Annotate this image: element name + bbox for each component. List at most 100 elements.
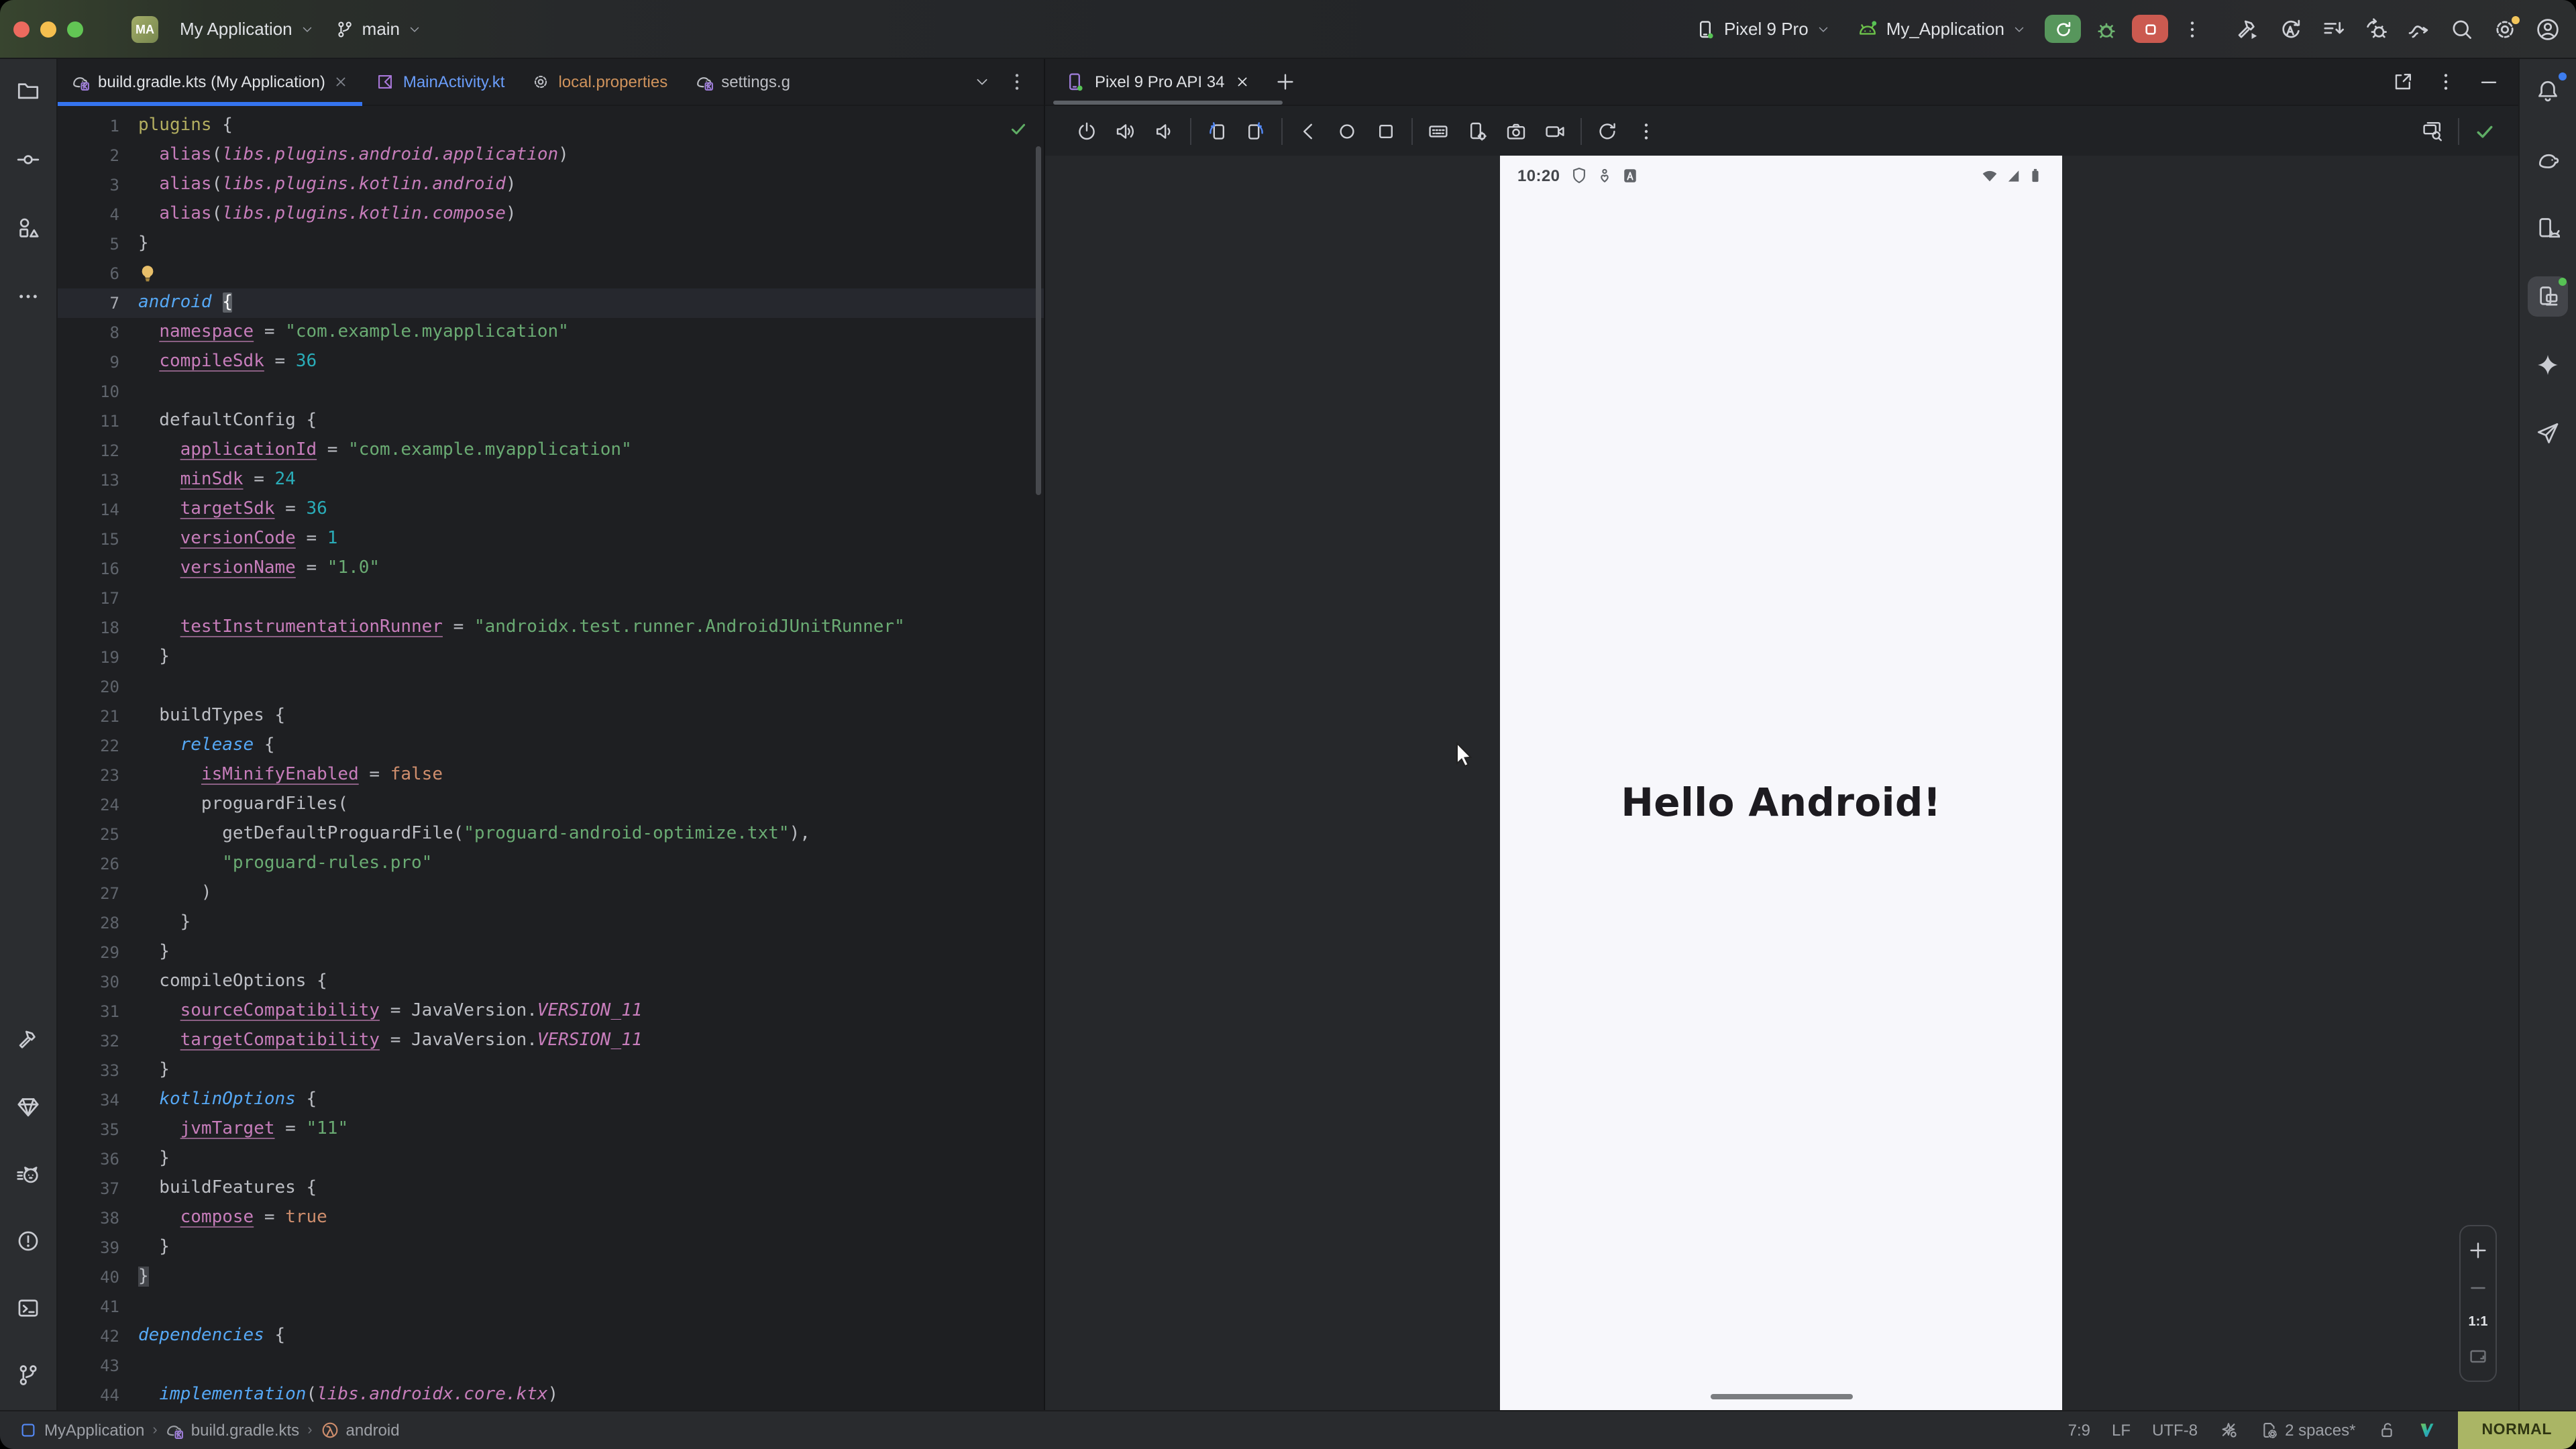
snapshot-icon[interactable]	[1597, 120, 1618, 142]
ellipsis-vertical-icon[interactable]	[1006, 70, 1028, 92]
code-line[interactable]: 37 buildFeatures {	[58, 1174, 1044, 1203]
code-line[interactable]: 17	[58, 584, 1044, 613]
device-selector[interactable]: Pixel 9 Pro	[1686, 13, 1838, 45]
code-line[interactable]: 43	[58, 1351, 1044, 1381]
code-line[interactable]: 31 sourceCompatibility = JavaVersion.VER…	[58, 997, 1044, 1026]
breadcrumb-item[interactable]: MyApplication	[19, 1421, 144, 1440]
zoom-window-button[interactable]	[67, 21, 83, 37]
run-configuration-selector[interactable]: My_Application	[1849, 13, 2034, 45]
volume-down-icon[interactable]	[1154, 120, 1175, 142]
code-line[interactable]: 32 targetCompatibility = JavaVersion.VER…	[58, 1026, 1044, 1056]
code-line[interactable]: 44 implementation(libs.androidx.core.ktx…	[58, 1381, 1044, 1410]
vim-mode-badge[interactable]: NORMAL	[2457, 1411, 2576, 1449]
problems-tool-button[interactable]	[8, 1221, 48, 1261]
code-line[interactable]: 41	[58, 1292, 1044, 1322]
git-branch-tool-button[interactable]	[8, 1355, 48, 1395]
build-hammer-run-icon[interactable]	[2235, 17, 2259, 41]
code-line[interactable]: 26 "proguard-rules.pro"	[58, 849, 1044, 879]
back-icon[interactable]	[1297, 120, 1319, 142]
device-manager-tool-button[interactable]	[2528, 208, 2568, 248]
resource-manager-tool-button[interactable]	[8, 208, 48, 248]
emulator-tab[interactable]: Pixel 9 Pro API 34	[1045, 58, 1263, 105]
open-in-window-icon[interactable]	[2392, 70, 2414, 92]
close-window-button[interactable]	[13, 21, 30, 37]
code-line[interactable]: 5}	[58, 229, 1044, 259]
code-line[interactable]: 22 release {	[58, 731, 1044, 761]
screen-record-icon[interactable]	[1544, 120, 1566, 142]
code-line[interactable]: 25 getDefaultProguardFile("proguard-andr…	[58, 820, 1044, 849]
code-line[interactable]: 11 defaultConfig {	[58, 407, 1044, 436]
ellipsis-vertical-icon[interactable]	[2435, 70, 2457, 92]
rerun-button[interactable]	[2045, 15, 2081, 43]
code-line[interactable]: 34 kotlinOptions {	[58, 1085, 1044, 1115]
tab-scrollbar[interactable]	[1053, 101, 1283, 105]
stop-button[interactable]	[2132, 15, 2168, 43]
home-icon[interactable]	[1336, 120, 1358, 142]
code-line[interactable]: 35 jvmTarget = "11"	[58, 1115, 1044, 1144]
more-tool-button[interactable]	[8, 276, 48, 317]
power-icon[interactable]	[1076, 120, 1097, 142]
project-switcher[interactable]: My Application	[172, 13, 322, 44]
code-line[interactable]: 23 isMinifyEnabled = false	[58, 761, 1044, 790]
code-line[interactable]: 2 alias(libs.plugins.android.application…	[58, 141, 1044, 170]
settings-icon[interactable]	[2493, 17, 2517, 41]
search-icon[interactable]	[2450, 17, 2474, 41]
code-line[interactable]: 13 minSdk = 24	[58, 466, 1044, 495]
running-devices-tool-button[interactable]	[2528, 276, 2568, 317]
code-line[interactable]: 33 }	[58, 1056, 1044, 1085]
bulb-icon[interactable]	[138, 264, 157, 282]
ai-assistant-status[interactable]	[2219, 1421, 2238, 1440]
terminal-tool-button[interactable]	[8, 1288, 48, 1328]
code-line[interactable]: 7android {	[58, 288, 1044, 318]
code-line[interactable]: 15 versionCode = 1	[58, 525, 1044, 554]
breadcrumb-item[interactable]: build.gradle.kts	[166, 1421, 299, 1440]
code-line[interactable]: 10	[58, 377, 1044, 407]
editor-tab[interactable]: settings.g	[681, 58, 804, 105]
code-line[interactable]: 38 compose = true	[58, 1203, 1044, 1233]
code-line[interactable]: 12 applicationId = "com.example.myapplic…	[58, 436, 1044, 466]
apply-code-changes-icon[interactable]	[2321, 17, 2345, 41]
logcat-tool-button[interactable]	[8, 1154, 48, 1194]
indent-style[interactable]: 2 spaces*	[2259, 1421, 2355, 1440]
code-line[interactable]: 16 versionName = "1.0"	[58, 554, 1044, 584]
code-line[interactable]: 4 alias(libs.plugins.kotlin.compose)	[58, 200, 1044, 229]
fit-to-window-button[interactable]	[2467, 1346, 2489, 1367]
code-line[interactable]: 40}	[58, 1263, 1044, 1292]
gesture-navigation-bar[interactable]	[1710, 1394, 1852, 1399]
code-line[interactable]: 30 compileOptions {	[58, 967, 1044, 997]
code-line[interactable]: 42dependencies {	[58, 1322, 1044, 1351]
code-line[interactable]: 24 proguardFiles(	[58, 790, 1044, 820]
gradle-tool-button[interactable]	[2528, 140, 2568, 180]
code-line[interactable]: 6	[58, 259, 1044, 288]
chevron-down-icon[interactable]	[974, 73, 990, 89]
code-line[interactable]: 28 }	[58, 908, 1044, 938]
code-line[interactable]: 19 }	[58, 643, 1044, 672]
device-screen[interactable]: 10:20 Hello Android!	[1500, 156, 2062, 1411]
close-icon[interactable]	[333, 73, 350, 89]
inspection-ok-icon[interactable]	[1009, 119, 1028, 138]
breadcrumb-item[interactable]: android	[321, 1421, 400, 1440]
code-line[interactable]: 21 buildTypes {	[58, 702, 1044, 731]
build-hammer-tool-button[interactable]	[8, 1020, 48, 1060]
code-line[interactable]: 3 alias(libs.plugins.kotlin.android)	[58, 170, 1044, 200]
apply-changes-icon[interactable]	[2278, 17, 2302, 41]
keyboard-icon[interactable]	[1428, 120, 1449, 142]
gem-tool-button[interactable]	[8, 1087, 48, 1127]
zoom-in-button[interactable]	[2467, 1240, 2489, 1261]
code-line[interactable]: 9 compileSdk = 36	[58, 347, 1044, 377]
volume-up-icon[interactable]	[1115, 120, 1136, 142]
code-line[interactable]: 18 testInstrumentationRunner = "androidx…	[58, 613, 1044, 643]
zoom-out-button[interactable]	[2467, 1277, 2489, 1299]
check-icon[interactable]	[2474, 120, 2496, 142]
code-line[interactable]: 36 }	[58, 1144, 1044, 1174]
code-line[interactable]: 39 }	[58, 1233, 1044, 1263]
editor-tab[interactable]: local.properties	[518, 58, 681, 105]
commit-tool-button[interactable]	[8, 140, 48, 180]
rotate-left-icon[interactable]	[1206, 120, 1228, 142]
branch-switcher[interactable]: main	[327, 13, 429, 44]
code-line[interactable]: 20	[58, 672, 1044, 702]
editor-tab[interactable]: build.gradle.kts (My Application)	[58, 58, 363, 105]
device-settings-icon[interactable]	[1466, 120, 1488, 142]
code-editor[interactable]: 1plugins {2 alias(libs.plugins.android.a…	[58, 106, 1044, 1411]
profiler-icon[interactable]	[2407, 17, 2431, 41]
